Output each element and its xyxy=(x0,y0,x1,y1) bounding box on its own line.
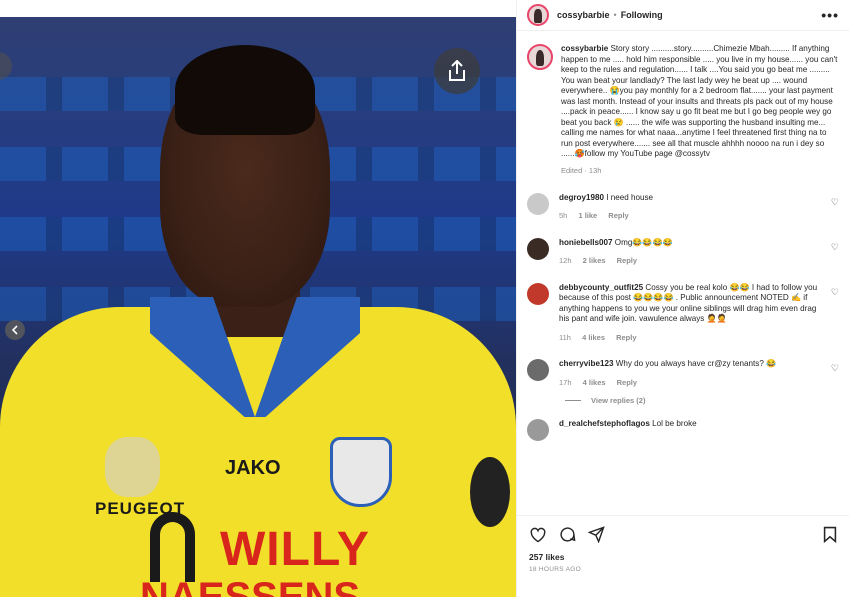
heart-icon[interactable]: ♡ xyxy=(831,363,839,374)
comment-item: cherryvibe123 Why do you always have cr@… xyxy=(517,359,849,388)
post-header: cossybarbie • Following ••• xyxy=(517,0,849,31)
heart-icon[interactable]: ♡ xyxy=(831,287,839,298)
avatar[interactable] xyxy=(527,192,549,215)
horseshoe-logo xyxy=(150,512,195,582)
avatar[interactable] xyxy=(527,237,549,260)
view-replies-button[interactable]: View replies (2) xyxy=(517,396,849,405)
comment-username[interactable]: debbycounty_outfit25 xyxy=(559,283,643,292)
reply-button[interactable]: Reply xyxy=(608,211,628,220)
comment-text: Why do you always have cr@zy tenants? 😂 xyxy=(615,359,777,368)
post-footer: 257 likes 18 HOURS AGO xyxy=(517,515,849,597)
reply-button[interactable]: Reply xyxy=(616,333,636,342)
comment-age: 11h xyxy=(559,332,571,342)
prev-image-button[interactable] xyxy=(5,320,25,340)
sponsor-main-2: NAESSENS xyxy=(140,575,361,597)
action-bar xyxy=(517,516,849,543)
post-username[interactable]: cossybarbie xyxy=(557,10,610,20)
avatar[interactable] xyxy=(527,419,549,441)
caption: cossybarbie Story story ..........story.… xyxy=(517,36,849,160)
lion-logo xyxy=(105,437,160,497)
comment-text: Omg😂😂😂😂 xyxy=(614,237,673,247)
comment-meta: 5h 1 like Reply xyxy=(559,211,823,222)
post-details-panel: cossybarbie • Following ••• cossybarbie … xyxy=(516,0,849,597)
comment-username[interactable]: d_realchefstephoflagos xyxy=(559,419,650,428)
comment-likes[interactable]: 2 likes xyxy=(583,256,606,265)
comment-body: debbycounty_outfit25 Cossy you be real k… xyxy=(559,283,839,344)
comment-item: honiebells007 Omg😂😂😂😂 12h 2 likes Reply … xyxy=(517,237,849,267)
caption-text: Story story ..........story..........Chi… xyxy=(561,44,838,158)
sponsor-brand: JAKO xyxy=(225,457,281,479)
avatar[interactable] xyxy=(527,359,549,381)
comment-body: honiebells007 Omg😂😂😂😂 12h 2 likes Reply xyxy=(559,238,839,267)
avatar[interactable] xyxy=(527,4,549,26)
comments-scroll[interactable]: cossybarbie Story story ..........story.… xyxy=(517,36,849,517)
following-button[interactable]: Following xyxy=(621,10,663,20)
post-image: JAKO PEUGEOT WILLY NAESSENS xyxy=(0,17,516,597)
share-button[interactable] xyxy=(434,48,480,94)
share-icon xyxy=(449,60,465,81)
avatar[interactable] xyxy=(527,282,549,305)
comment-body: cherryvibe123 Why do you always have cr@… xyxy=(559,359,839,388)
comment-meta: 17h 4 likes Reply xyxy=(559,378,823,389)
comment-likes[interactable]: 4 likes xyxy=(583,378,606,387)
prev-edge-handle[interactable] xyxy=(0,52,12,80)
sleeve-logo xyxy=(470,457,510,527)
comment-meta: 12h 2 likes Reply xyxy=(559,256,823,267)
comment-item: degroy1980 I need house 5h 1 like Reply … xyxy=(517,192,849,222)
caption-text-block: cossybarbie Story story ..........story.… xyxy=(561,44,839,160)
comment-meta: 11h 4 likes Reply xyxy=(559,333,823,344)
comment-likes[interactable]: 1 like xyxy=(578,211,597,220)
send-icon[interactable] xyxy=(588,526,605,543)
sponsor-main-1: WILLY xyxy=(220,523,370,576)
heart-icon[interactable]: ♡ xyxy=(831,242,839,253)
comment-age: 12h xyxy=(559,256,572,265)
comment-body: d_realchefstephoflagos Lol be broke xyxy=(559,419,839,441)
bookmark-icon[interactable] xyxy=(823,526,837,543)
chevron-left-icon xyxy=(11,325,18,335)
avatar[interactable] xyxy=(527,44,553,70)
reply-button[interactable]: Reply xyxy=(617,256,637,265)
heart-icon[interactable]: ♡ xyxy=(831,197,839,208)
caption-username[interactable]: cossybarbie xyxy=(561,44,608,53)
comment-item: d_realchefstephoflagos Lol be broke xyxy=(517,419,849,441)
comment-body: degroy1980 I need house 5h 1 like Reply xyxy=(559,193,839,222)
comment-text: I need house xyxy=(606,192,654,202)
comment-username[interactable]: cherryvibe123 xyxy=(559,359,613,368)
post-timestamp: 18 HOURS AGO xyxy=(529,566,582,573)
reply-button[interactable]: Reply xyxy=(617,378,637,387)
comment-username[interactable]: degroy1980 xyxy=(559,193,604,202)
comment-username[interactable]: honiebells007 xyxy=(559,238,613,247)
comment-likes[interactable]: 4 likes xyxy=(582,333,605,342)
separator-dot: • xyxy=(613,10,617,20)
comment-item: debbycounty_outfit25 Cossy you be real k… xyxy=(517,282,849,344)
comment-age: 17h xyxy=(559,377,572,387)
comment-age: 5h xyxy=(559,211,568,220)
comment-icon[interactable] xyxy=(559,526,576,543)
caption-meta: Edited · 13h xyxy=(561,165,602,175)
sponsor-car: PEUGEOT xyxy=(95,499,186,518)
heart-icon[interactable] xyxy=(529,527,547,543)
club-badge xyxy=(330,437,392,507)
likes-count[interactable]: 257 likes xyxy=(517,543,849,562)
comment-text: Lol be broke xyxy=(652,419,697,428)
player-hair xyxy=(175,45,315,135)
more-options-icon[interactable]: ••• xyxy=(821,7,839,23)
